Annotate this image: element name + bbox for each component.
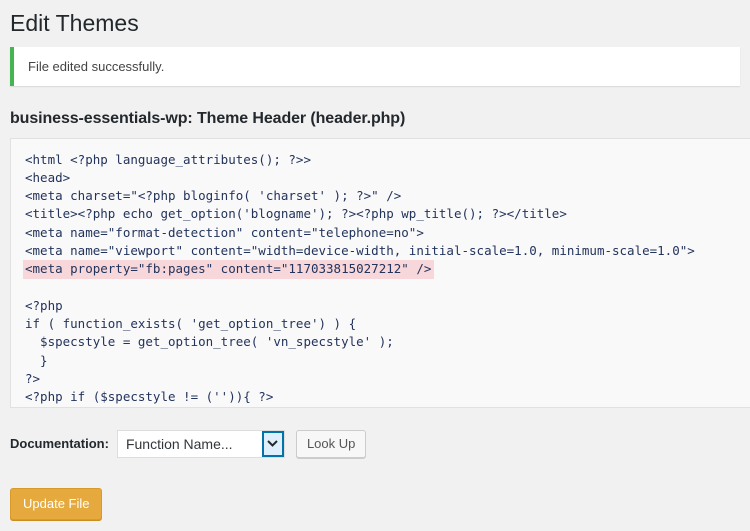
code-line: <?php if ($specstyle != ('')){ ?> xyxy=(25,389,274,405)
file-heading: business-essentials-wp: Theme Header (he… xyxy=(10,109,406,127)
code-line: <meta name="viewport" content="width=dev… xyxy=(25,242,695,258)
code-line: ?> xyxy=(25,371,41,387)
code-line: <meta charset="<?php bloginfo( 'charset'… xyxy=(25,188,402,204)
submit-row: Update File xyxy=(10,458,750,520)
documentation-label: Documentation: xyxy=(10,436,109,451)
chevron-down-icon[interactable] xyxy=(261,430,284,457)
documentation-select-value: Function Name... xyxy=(125,435,233,452)
code-line: } xyxy=(25,352,48,368)
page-title: Edit Themes xyxy=(10,10,139,36)
code-line: <html <?php language_attributes(); ?>> xyxy=(25,151,311,167)
documentation-select[interactable]: Function Name... xyxy=(116,429,285,458)
success-notice: File edited successfully. xyxy=(10,47,740,86)
code-line: <?php xyxy=(25,297,63,313)
code-editor[interactable]: <html <?php language_attributes(); ?>> <… xyxy=(10,137,750,408)
theme-editor-page: Edit Themes File edited successfully. bu… xyxy=(0,0,750,531)
code-line-highlighted: <meta property="fb:pages" content="11703… xyxy=(23,260,435,279)
documentation-row: Documentation: Function Name... Look Up xyxy=(10,408,750,458)
code-line: <title><?php echo get_option('blogname')… xyxy=(25,206,567,222)
code-line: <meta name="format-detection" content="t… xyxy=(25,224,424,240)
code-line: if ( function_exists( 'get_option_tree')… xyxy=(25,316,357,332)
success-notice-message: File edited successfully. xyxy=(28,58,165,74)
update-file-button[interactable]: Update File xyxy=(10,487,103,520)
code-line: $specstyle = get_option_tree( 'vn_specst… xyxy=(25,334,394,350)
code-line: <head> xyxy=(25,169,71,185)
look-up-button[interactable]: Look Up xyxy=(295,429,367,458)
